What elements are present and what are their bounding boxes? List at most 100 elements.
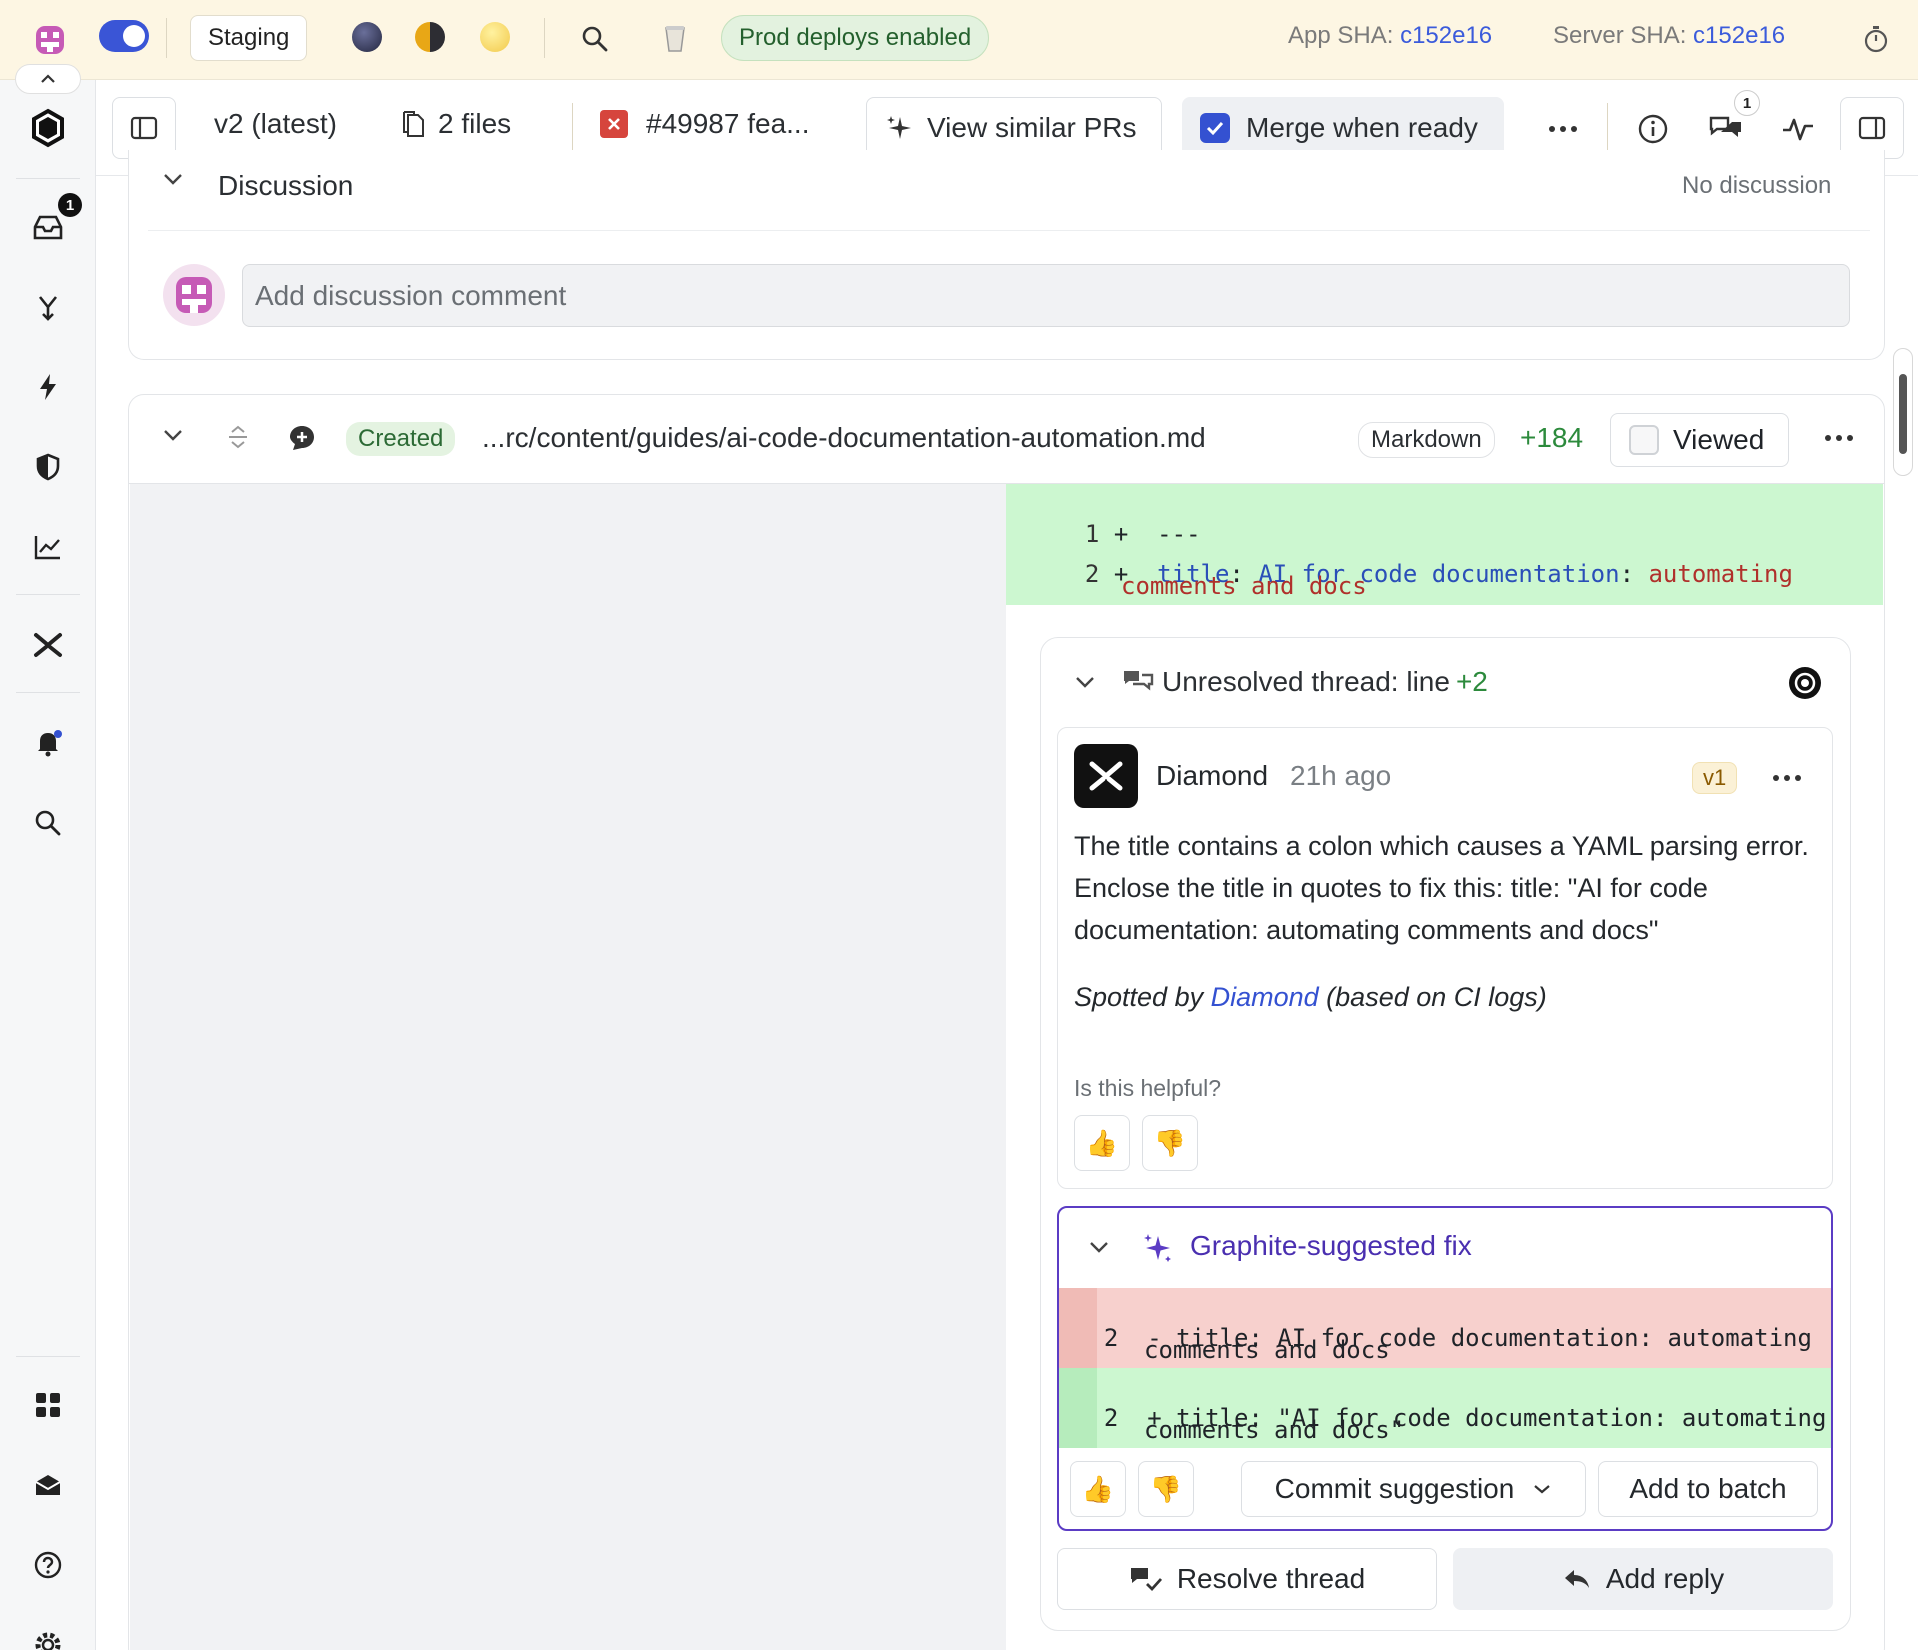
shield-icon[interactable] [28,447,68,487]
server-sha-link[interactable]: c152e16 [1693,22,1785,50]
comment-attribution: Spotted by Diamond (based on CI logs) [1074,982,1547,1012]
sparkles-icon [887,116,911,139]
suggested-fix-title: Graphite-suggested fix [1190,1230,1472,1261]
helpful-prompt: Is this helpful? [1074,1075,1222,1101]
thread-comments-icon [1122,668,1154,696]
chart-line-icon[interactable] [28,527,68,567]
fix-collapse-icon[interactable] [1088,1240,1110,1254]
thumbs-down-icon: 👎 [1153,1127,1187,1158]
apps-grid-icon[interactable] [28,1385,68,1425]
help-icon[interactable] [28,1545,68,1585]
info-icon[interactable] [1636,112,1670,146]
ai-assistant-icon[interactable] [1788,666,1822,700]
cup-icon[interactable] [660,22,690,56]
files-count-button[interactable]: 2 files [400,108,511,140]
checkbox-checked-icon [1200,113,1230,143]
more-options-icon[interactable] [1546,114,1580,144]
add-reply-label: Add reply [1605,1563,1725,1594]
additions-count: +184 [1520,422,1584,453]
discussion-collapse-icon[interactable] [162,172,184,186]
stopwatch-icon[interactable] [1860,22,1892,56]
user-avatar [162,263,226,327]
expand-all-icon[interactable] [226,424,250,450]
pr-title-button[interactable]: #49987 fea... [600,108,809,140]
contrast-theme-icon[interactable] [415,22,445,52]
diff-left-pane [130,484,1006,1650]
discussion-title: Discussion [218,170,354,201]
app-sha: App SHA: c152e16 [1288,22,1493,50]
activity-icon[interactable] [1780,112,1816,146]
search-icon[interactable] [28,803,68,843]
server-sha: Server SHA: c152e16 [1553,22,1786,50]
commit-suggestion-button[interactable]: Commit suggestion [1241,1461,1586,1517]
prod-deploys-status: Prod deploys enabled [721,15,990,61]
chevron-up-icon [41,74,55,83]
fix-added-text-wrap: comments and docs" [1144,1416,1405,1444]
sparkles-icon [1141,1231,1175,1265]
attribution-link[interactable]: Diamond [1211,982,1319,1012]
merge-when-ready-label: Merge when ready [1246,112,1478,143]
add-comment-icon[interactable] [288,424,316,452]
add-reply-button[interactable]: Add reply [1453,1548,1833,1610]
light-theme-icon[interactable] [480,22,510,52]
lightning-icon[interactable] [28,367,68,407]
thumbs-up-icon: 👍 [1081,1473,1115,1504]
merge-icon[interactable] [28,287,68,327]
file-path[interactable]: ...rc/content/guides/ai-code-documentati… [482,422,1206,454]
viewed-label: Viewed [1673,424,1765,455]
thread-line-ref[interactable]: +2 [1456,666,1488,698]
discussion-section [128,150,1885,360]
comment-version-badge: v1 [1692,762,1738,794]
resolve-thread-button[interactable]: Resolve thread [1057,1548,1437,1610]
fix-removed-text-wrap: comments and docs [1144,1336,1390,1364]
files-count-label: 2 files [438,108,512,139]
thumbs-down-icon: 👎 [1149,1473,1183,1504]
thread-collapse-icon[interactable] [1074,675,1096,689]
fix-thumbs-down-button[interactable]: 👎 [1138,1461,1194,1517]
app-logo-icon[interactable] [32,22,68,58]
collapse-topbar-button[interactable] [15,64,81,94]
comment-time: 21h ago [1290,760,1392,791]
thumbs-down-button[interactable]: 👎 [1142,1115,1198,1171]
file-more-options-icon[interactable] [1824,434,1854,442]
inbox-badge: 1 [58,193,82,217]
staging-button[interactable]: Staging [190,15,308,61]
viewed-toggle[interactable]: Viewed [1610,413,1790,467]
thread-title: Unresolved thread: line +2 [1162,666,1488,698]
settings-gear-icon[interactable] [28,1625,68,1650]
graphite-logo-icon[interactable] [28,108,68,148]
file-status-badge: Created [346,422,456,456]
view-similar-prs-label: View similar PRs [927,112,1137,143]
dark-theme-icon[interactable] [352,22,382,52]
commit-suggestion-label: Commit suggestion [1274,1473,1515,1504]
thumbs-up-button[interactable]: 👍 [1074,1115,1130,1171]
env-toggle[interactable] [99,20,149,52]
diff-line-2-wrap: comments and docs [1121,572,1367,600]
version-selector[interactable]: v2 (latest) [214,108,337,140]
file-language-badge: Markdown [1358,422,1495,458]
discussion-comment-input[interactable]: Add discussion comment [242,264,1850,327]
comments-badge: 1 [1734,90,1760,116]
sidebar-panel-icon [130,116,158,140]
mail-open-icon[interactable] [28,1465,68,1505]
reply-arrow-icon [1564,1570,1589,1588]
right-panel-icon [1858,116,1886,140]
comment-author[interactable]: Diamond [1156,760,1268,792]
files-icon [403,111,424,137]
add-to-batch-button[interactable]: Add to batch [1598,1461,1818,1517]
app-sha-link[interactable]: c152e16 [1400,22,1492,50]
file-collapse-icon[interactable] [162,428,184,442]
search-icon[interactable] [578,22,612,56]
notifications-bell-icon[interactable] [28,723,68,763]
diamond-icon[interactable] [28,625,68,665]
pr-title: #49987 fea... [646,108,810,139]
comment-more-options-icon[interactable] [1772,774,1802,782]
fix-thumbs-up-button[interactable]: 👍 [1070,1461,1126,1517]
resolve-thread-label: Resolve thread [1176,1563,1366,1594]
scrollbar-thumb[interactable] [1899,374,1907,454]
resolve-comment-icon [1130,1568,1162,1592]
top-bar: Staging Prod deploys enabled App SHA: c1… [0,0,1918,80]
comment-body: The title contains a colon which causes … [1074,831,1809,945]
comments-icon[interactable] [1707,112,1745,146]
chevron-down-icon [1534,1485,1551,1494]
